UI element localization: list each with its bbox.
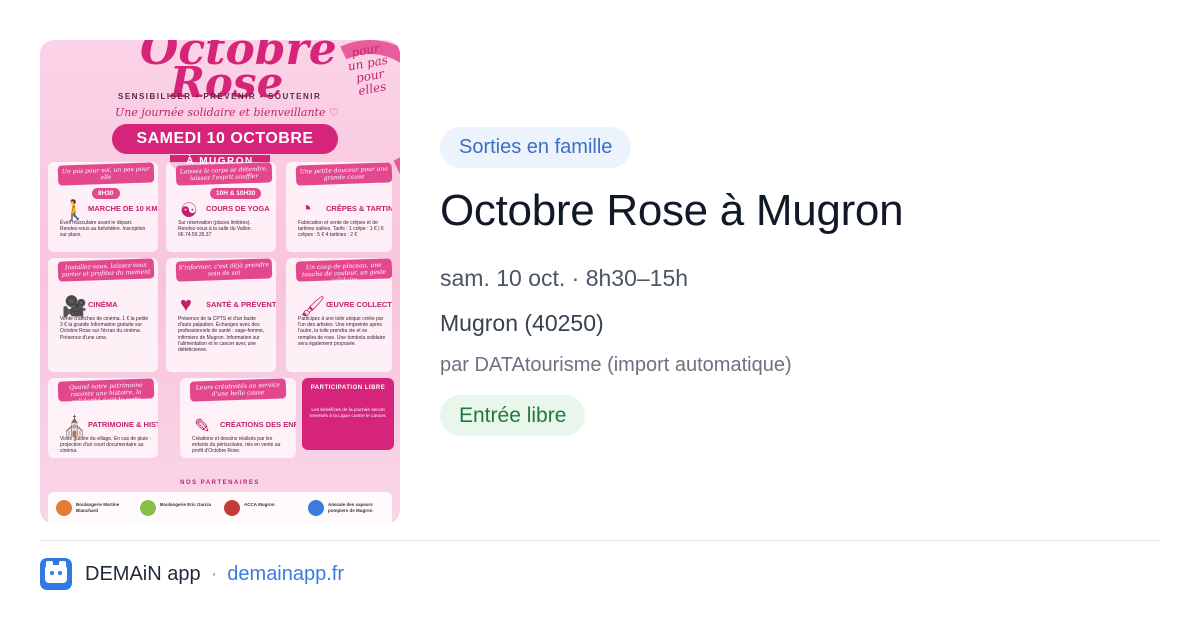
- activity-text: Sur réservation (places limitées). Rende…: [178, 220, 252, 239]
- poster-activity-card: S'informer, c'est déjà prendre soin de s…: [166, 258, 276, 372]
- activity-caption: S'informer, c'est déjà prendre soin de s…: [175, 258, 273, 282]
- crepe-icon: ◔: [300, 198, 313, 220]
- activity-title: PATRIMOINE & HISTOIRE: [88, 420, 158, 429]
- poster-participation-box: PARTICIPATION LIBRE Les bénéfices de la …: [302, 378, 394, 450]
- poster-partners: NOS PARTENAIRES Boulangerie Martine Blan…: [48, 480, 392, 524]
- activity-caption: Leurs créativités au service d'une belle…: [189, 378, 287, 402]
- event-datetime: sam. 10 oct. · 8h30–15h: [440, 265, 689, 291]
- partners-header: NOS PARTENAIRES: [180, 480, 260, 486]
- app-icon-eye: [58, 571, 62, 575]
- activity-time-pill: 10H & 10H30: [210, 188, 262, 199]
- activity-title: CRÉATIONS DES ENFANTS: [220, 420, 296, 429]
- activity-title: SANTÉ & PRÉVENTION: [206, 300, 276, 309]
- activity-text: Présence de la CPTS et d'un buste d'auto…: [178, 316, 265, 354]
- heart-icon: ♥: [180, 294, 192, 316]
- activity-text: Créations et dessins réalisés par les en…: [192, 436, 281, 455]
- footer-app-name: DEMAiN app: [85, 562, 201, 585]
- price-badge: Entrée libre: [440, 395, 586, 436]
- activity-caption: Un coup de pinceau, une touche de couleu…: [295, 258, 392, 284]
- poster-activity-card: Un coup de pinceau, une touche de couleu…: [286, 258, 392, 372]
- activity-text: Vente d'affiches de cinéma. 1 € la petit…: [60, 316, 149, 341]
- event-poster-image: Octobre Rose pour un pas pour elles SENS…: [40, 40, 400, 524]
- partner-logo: [224, 500, 240, 516]
- activity-text: Éveil musculaire avant le départ. Rendez…: [60, 220, 146, 239]
- activity-caption: Une petite douceur pour une grande cause: [295, 162, 392, 186]
- poster-activity-card: Installez-vous, laissez-vous porter et p…: [48, 258, 158, 372]
- activity-caption: Quand notre patrimoine raconte une histo…: [57, 378, 155, 405]
- app-icon-face: [45, 565, 67, 583]
- event-title: Octobre Rose à Mugron: [440, 186, 904, 235]
- activity-title: COURS DE YOGA: [206, 204, 270, 213]
- activity-text: Visite guidée du village. En cas de plui…: [60, 436, 151, 455]
- footer-separator: ·: [210, 562, 218, 585]
- poster-activity-card: Laissez le corps se détendre, laissez l'…: [166, 162, 276, 252]
- partner-logo: [56, 500, 72, 516]
- app-icon-eye: [50, 571, 54, 575]
- partner-logo: [308, 500, 324, 516]
- activity-text: Participez à une toile unique créée par …: [298, 316, 386, 347]
- activity-caption: Laissez le corps se détendre, laissez l'…: [175, 162, 273, 186]
- poster-activity-card: Quand notre patrimoine raconte une histo…: [48, 378, 158, 458]
- activity-caption: Installez-vous, laissez-vous porter et p…: [57, 258, 155, 282]
- activity-caption: Un pas pour soi, un pas pour elle: [57, 162, 155, 186]
- poster-activity-card: Leurs créativités au service d'une belle…: [180, 378, 296, 458]
- poster-activity-card: Une petite douceur pour une grande cause…: [286, 162, 392, 252]
- activity-text: Fabrication et vente de crêpes et de tar…: [298, 220, 384, 239]
- event-author: par DATAtourisme (import automatique): [440, 354, 792, 376]
- poster-activity-card: Un pas pour soi, un pas pour elle 8H30 🚶 MA…: [48, 162, 158, 252]
- poster-tagline: SENSIBILISER • PRÉVENIR • SOUTENIR: [118, 92, 322, 101]
- partner-name: Amicale des sapeurs pompiers de Mugron: [328, 502, 373, 513]
- poster-subtitle: Une journée solidaire et bienveillante ♡: [115, 106, 339, 119]
- demain-app-icon: [40, 558, 72, 590]
- activity-time-pill: 8H30: [92, 188, 120, 199]
- poster-side-text: pour un pas pour elles: [346, 40, 389, 99]
- partner-name: ACCA Mugron: [244, 502, 275, 507]
- partner-name: Boulangerie Martine Blanchard: [76, 502, 120, 513]
- participation-text: Les bénéfices de la journée seront rever…: [309, 408, 387, 419]
- partner-logo: [140, 500, 156, 516]
- event-location: Mugron (40250): [440, 310, 604, 336]
- activity-title: MARCHE DE 10 KM: [88, 204, 158, 213]
- activity-title: ŒUVRE COLLECTIVE: [326, 300, 392, 309]
- category-badge[interactable]: Sorties en famille: [440, 127, 632, 168]
- poster-date-banner: SAMEDI 10 OCTOBRE: [112, 124, 338, 154]
- partner-name: Boulangerie Eric Garcia: [160, 502, 212, 507]
- footer: DEMAiN app · demainapp.fr: [40, 558, 344, 590]
- activity-title: CRÊPES & TARTINES: [326, 204, 392, 213]
- footer-domain-link[interactable]: demainapp.fr: [227, 563, 344, 586]
- activity-title: CINÉMA: [88, 300, 118, 309]
- footer-divider: [40, 540, 1160, 541]
- participation-title: PARTICIPATION LIBRE: [310, 385, 386, 391]
